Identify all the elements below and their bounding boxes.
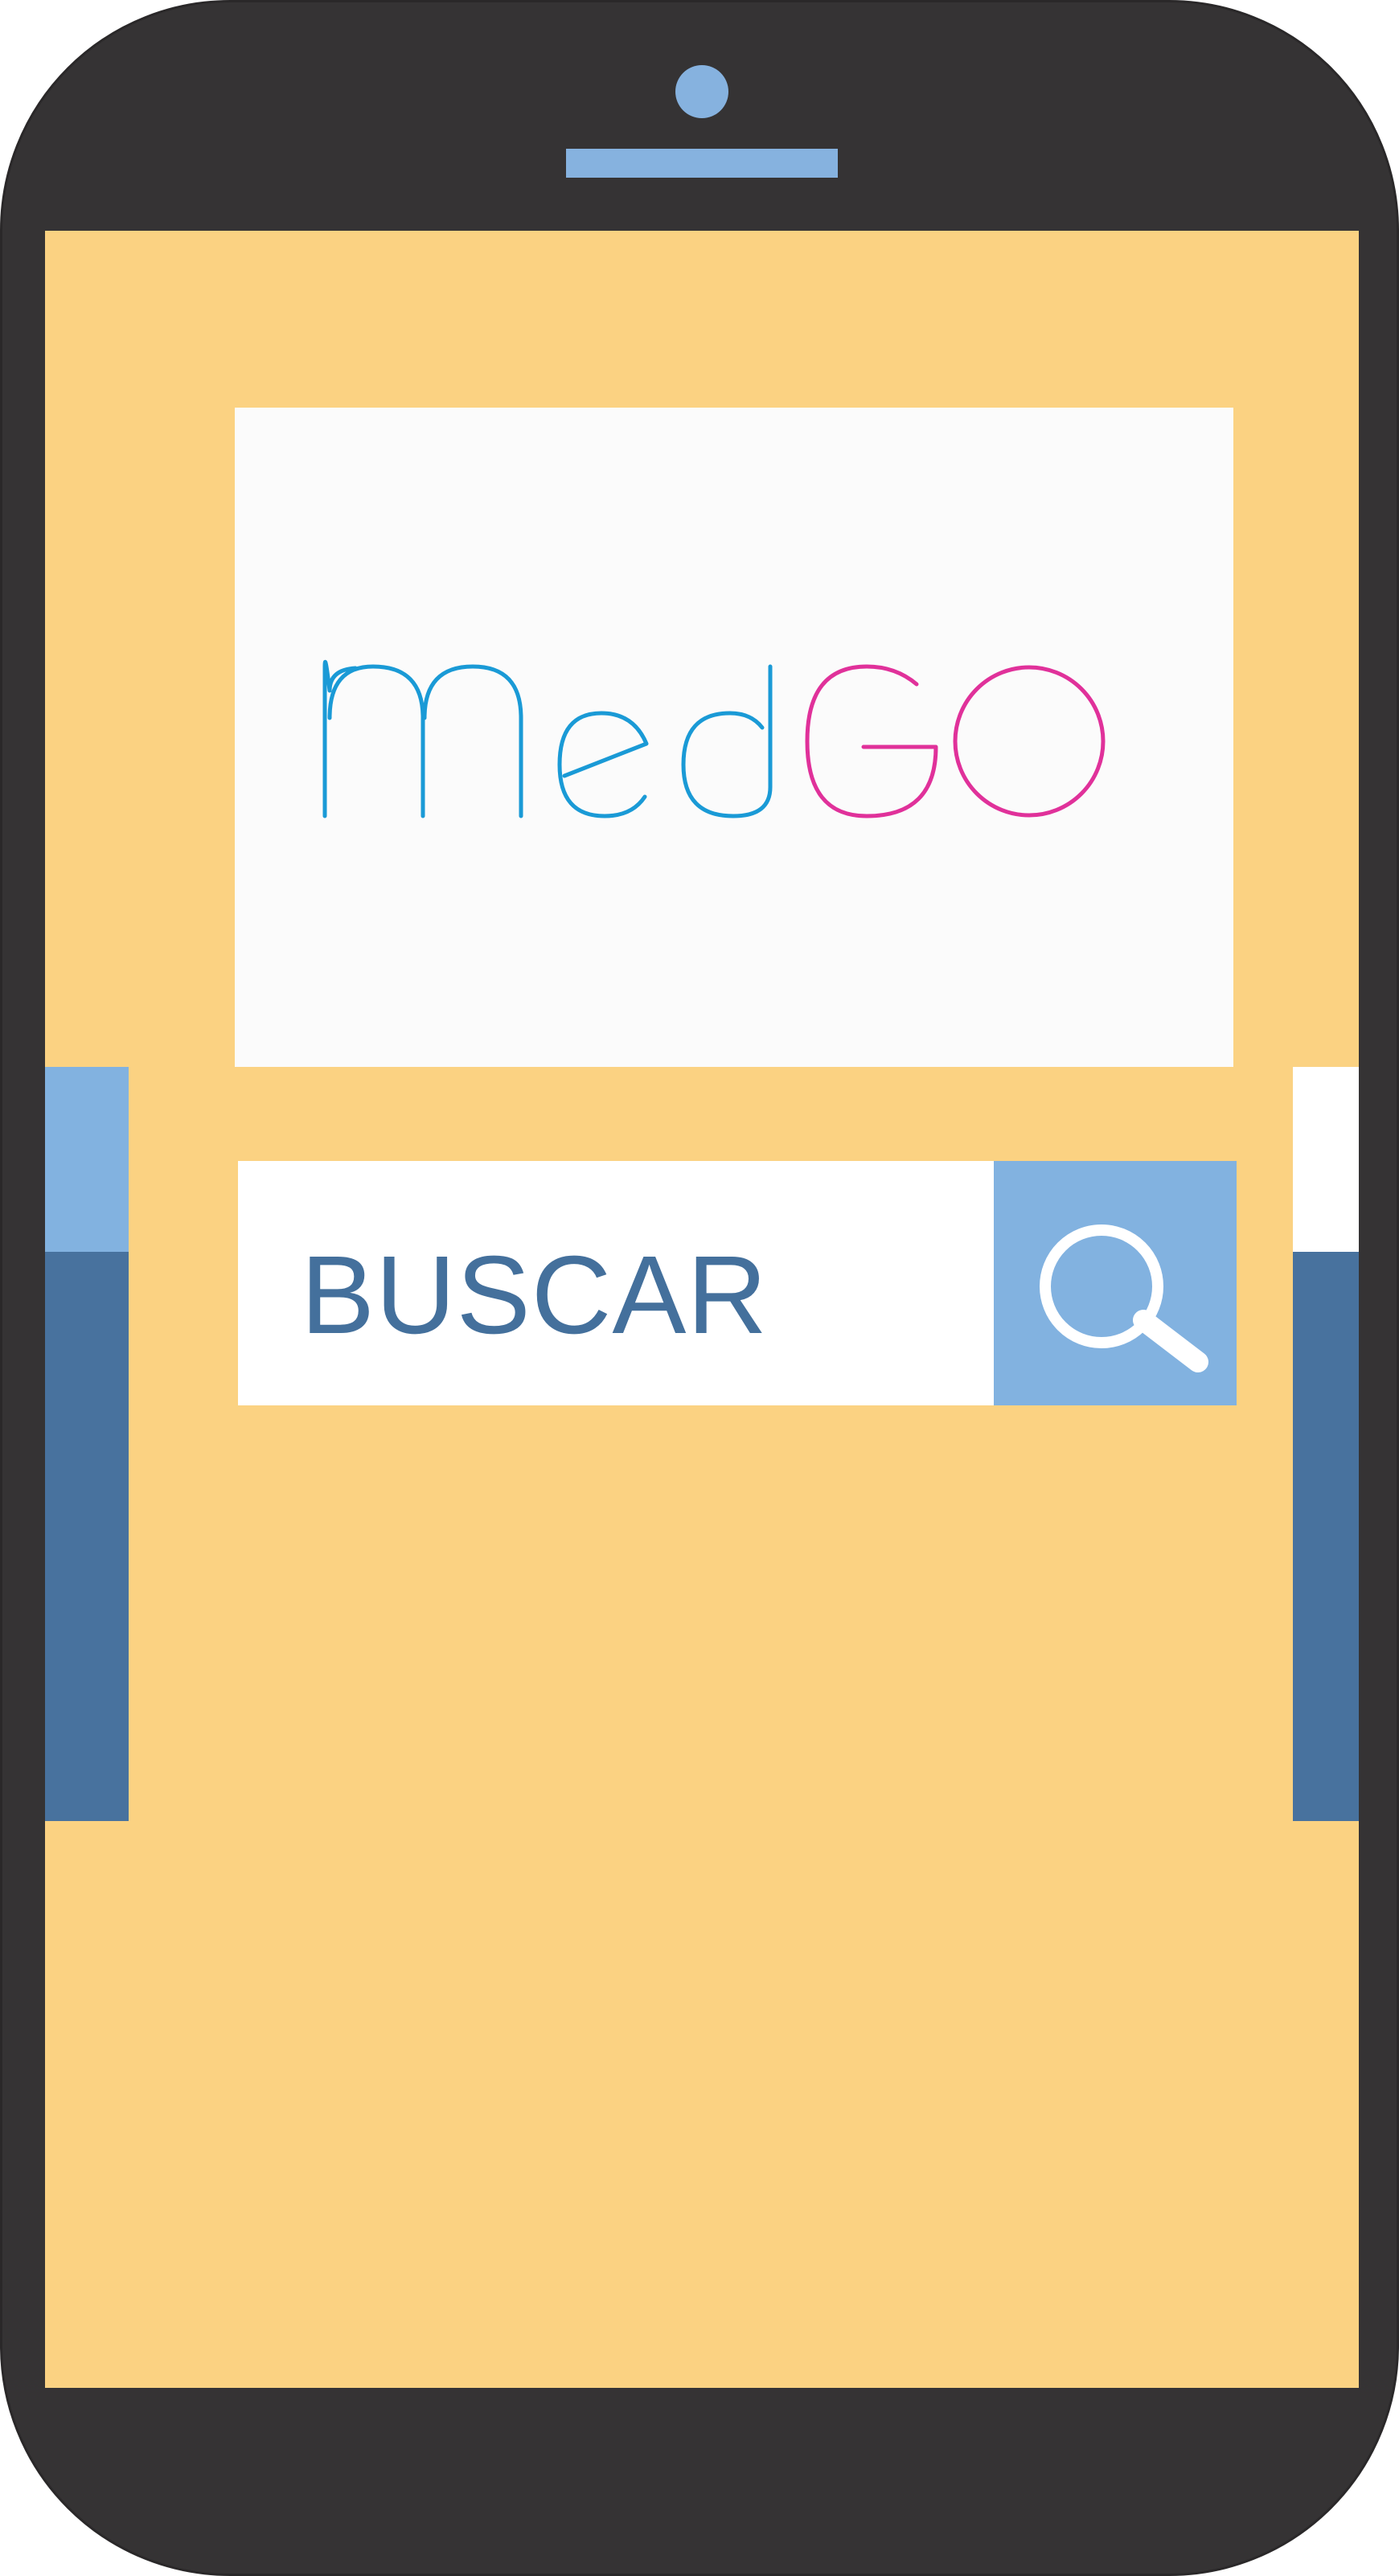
left-side-panel-dark [45, 1252, 129, 1821]
search-icon [1040, 1224, 1208, 1372]
left-side-tab-light [45, 1067, 129, 1252]
front-camera [675, 65, 728, 118]
search-button[interactable] [994, 1161, 1237, 1405]
logo-go-letters [805, 664, 1106, 818]
logo-med-letters [322, 659, 773, 818]
search-label[interactable]: BUSCAR [301, 1240, 768, 1351]
app-logo-card [235, 408, 1233, 1067]
phone-screen: BUSCAR [45, 231, 1359, 2388]
app-logo [322, 659, 1106, 818]
right-side-panel-dark [1293, 1252, 1359, 1821]
phone-frame: BUSCAR [0, 0, 1399, 2576]
search-bar[interactable]: BUSCAR [238, 1161, 1237, 1405]
right-side-tab-white [1293, 1067, 1359, 1252]
earpiece-speaker [566, 149, 838, 178]
